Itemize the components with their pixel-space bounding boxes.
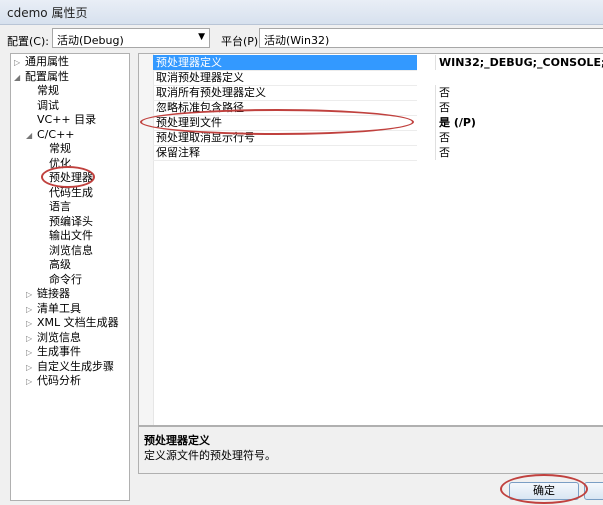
chevron-right-icon: ▷ [26,334,33,343]
property-row[interactable]: 预处理器定义 WIN32;_DEBUG;_CONSOLE;%(Preproces… [153,55,603,71]
platform-label: 平台(P): [221,35,262,48]
config-label: 配置(C): [7,35,49,48]
tree-item-browse-info[interactable]: ▷ 浏览信息 [26,331,81,345]
tree-item-advanced[interactable]: 高级 [49,258,71,272]
tree-item-language[interactable]: 语言 [49,200,71,214]
chevron-right-icon: ▷ [26,319,33,328]
chevron-right-icon: ▷ [26,348,33,357]
chevron-down-icon: ◢ [26,131,33,140]
platform-select[interactable]: 活动(Win32) [259,28,603,48]
cancel-button[interactable] [584,482,603,500]
tree-item-linker[interactable]: ▷ 链接器 [26,287,70,301]
tree-item-debugging[interactable]: 调试 [37,99,59,113]
tree-item-custom-build[interactable]: ▷ 自定义生成步骤 [26,360,114,374]
property-row[interactable]: 保留注释 否 [153,145,603,161]
property-row[interactable]: 忽略标准包含路径 否 [153,100,603,116]
chevron-right-icon: ▷ [26,363,33,372]
property-tree: ▷ 通用属性 ◢ 配置属性 常规 调试 VC++ 目录 ◢ C/C++ 常规 优化 预… [10,53,130,501]
tree-item-vc-dirs[interactable]: VC++ 目录 [37,113,96,127]
tree-item-general[interactable]: 常规 [37,84,59,98]
property-row[interactable]: 取消预处理器定义 [153,70,603,86]
chevron-down-icon: ◢ [14,73,21,82]
description-title: 预处理器定义 [144,434,210,447]
tree-item-browse[interactable]: 浏览信息 [49,244,93,258]
tree-item-cpp[interactable]: ◢ C/C++ [26,128,75,142]
tree-item-pch[interactable]: 预编译头 [49,215,93,229]
ok-button[interactable]: 确定 [509,482,579,500]
config-select[interactable]: 活动(Debug) ▼ [52,28,210,48]
property-row[interactable]: 取消所有预处理器定义 否 [153,85,603,101]
chevron-down-icon: ▼ [198,32,205,42]
tree-item-preprocessor[interactable]: 预处理器 [49,171,93,185]
tree-item-optimization[interactable]: 优化 [49,157,71,171]
property-row[interactable]: 预处理取消显示行号 否 [153,130,603,146]
property-grid: 预处理器定义 WIN32;_DEBUG;_CONSOLE;%(Preproces… [138,53,603,426]
platform-value: 活动(Win32) [264,34,330,47]
chevron-right-icon: ▷ [26,305,33,314]
tree-item-codegen[interactable]: 代码生成 [49,186,93,200]
description-panel: 预处理器定义 定义源文件的预处理符号。 [138,426,603,474]
grid-margin [139,54,154,425]
tree-item-cmdline[interactable]: 命令行 [49,273,82,287]
tree-item-output[interactable]: 输出文件 [49,229,93,243]
chevron-right-icon: ▷ [26,377,33,386]
window-title: cdemo 属性页 [7,6,88,20]
description-text: 定义源文件的预处理符号。 [144,449,276,462]
config-value: 活动(Debug) [57,34,124,47]
tree-item-build-events[interactable]: ▷ 生成事件 [26,345,81,359]
tree-item-common[interactable]: ▷ 通用属性 [14,55,69,69]
tree-item-code-analysis[interactable]: ▷ 代码分析 [26,374,81,388]
property-row[interactable]: 预处理到文件 是 (/P) [153,115,603,131]
chevron-right-icon: ▷ [14,58,21,67]
tree-item-xmldoc[interactable]: ▷ XML 文档生成器 [26,316,119,330]
tree-item-config[interactable]: ◢ 配置属性 [14,70,69,84]
tree-item-manifest[interactable]: ▷ 清单工具 [26,302,81,316]
title-bar: cdemo 属性页 [0,0,603,25]
tree-item-cpp-general[interactable]: 常规 [49,142,71,156]
chevron-right-icon: ▷ [26,290,33,299]
